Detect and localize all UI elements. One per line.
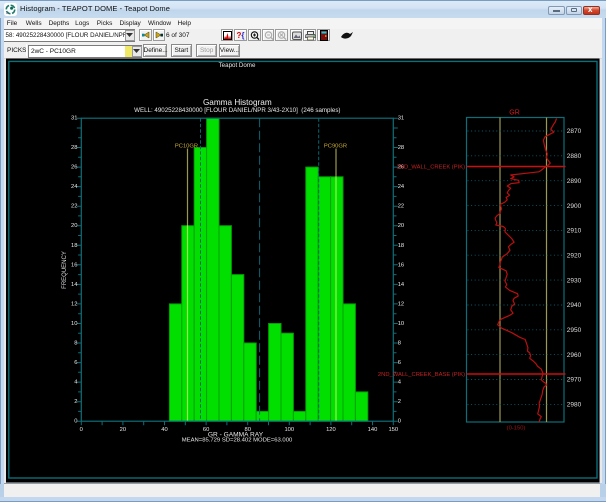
svg-text:120: 120 bbox=[326, 427, 336, 433]
svg-text:WELL: 49025228430000 [FLOUR DA: WELL: 49025228430000 [FLOUR DANIEL/NPR 3… bbox=[134, 107, 340, 114]
svg-text:20: 20 bbox=[398, 223, 404, 229]
svg-text:FREQUENCY: FREQUENCY bbox=[62, 251, 68, 289]
svg-text:16: 16 bbox=[398, 262, 404, 268]
svg-text:12: 12 bbox=[398, 301, 404, 307]
svg-text:0: 0 bbox=[74, 419, 77, 425]
svg-text:20: 20 bbox=[71, 223, 77, 229]
svg-text:10: 10 bbox=[398, 321, 404, 327]
svg-text:MEAN=85.729 SD=28.402 MODE=63.: MEAN=85.729 SD=28.402 MODE=63.000 bbox=[182, 438, 293, 444]
svg-text:2980: 2980 bbox=[567, 402, 582, 409]
svg-text:GR: GR bbox=[509, 110, 520, 117]
svg-text:Gamma Histogram: Gamma Histogram bbox=[203, 98, 272, 107]
svg-text:PC90GR: PC90GR bbox=[324, 144, 347, 150]
svg-text:2: 2 bbox=[74, 399, 77, 405]
svg-text:14: 14 bbox=[71, 282, 78, 288]
svg-text:0: 0 bbox=[398, 419, 401, 425]
svg-text:16: 16 bbox=[71, 262, 77, 268]
svg-text:100: 100 bbox=[284, 427, 294, 433]
svg-text:10: 10 bbox=[71, 321, 77, 327]
svg-text:2970: 2970 bbox=[567, 377, 582, 384]
svg-text:2960: 2960 bbox=[567, 352, 582, 359]
svg-text:2930: 2930 bbox=[567, 277, 582, 284]
svg-text:(0-150): (0-150) bbox=[507, 426, 526, 432]
svg-text:8: 8 bbox=[74, 341, 77, 347]
svg-text:2: 2 bbox=[398, 399, 401, 405]
svg-text:2ND_WALL_CREEK_BASE (PIK): 2ND_WALL_CREEK_BASE (PIK) bbox=[378, 372, 465, 378]
svg-text:22: 22 bbox=[71, 204, 77, 210]
svg-text:2950: 2950 bbox=[567, 327, 582, 334]
svg-text:2920: 2920 bbox=[567, 252, 582, 259]
svg-text:2910: 2910 bbox=[567, 228, 582, 235]
svg-text:150: 150 bbox=[388, 427, 398, 433]
svg-text:24: 24 bbox=[71, 184, 78, 190]
svg-text:140: 140 bbox=[368, 427, 378, 433]
svg-text:Teapot Dome: Teapot Dome bbox=[219, 62, 256, 69]
svg-text:22: 22 bbox=[398, 204, 404, 210]
svg-text:PC10GR: PC10GR bbox=[175, 144, 198, 150]
svg-text:2940: 2940 bbox=[567, 302, 582, 309]
svg-text:12: 12 bbox=[71, 301, 77, 307]
svg-text:2ND_WALL_CREEK (PIK): 2ND_WALL_CREEK (PIK) bbox=[397, 165, 465, 171]
svg-text:2900: 2900 bbox=[567, 203, 582, 210]
svg-text:31: 31 bbox=[398, 116, 404, 122]
svg-text:18: 18 bbox=[398, 243, 404, 249]
svg-text:24: 24 bbox=[398, 184, 405, 190]
svg-text:18: 18 bbox=[71, 243, 77, 249]
svg-text:2890: 2890 bbox=[567, 178, 582, 185]
svg-text:0: 0 bbox=[80, 427, 83, 433]
svg-text:31: 31 bbox=[71, 116, 77, 122]
svg-text:28: 28 bbox=[71, 145, 77, 151]
svg-text:26: 26 bbox=[71, 165, 77, 171]
svg-text:20: 20 bbox=[120, 427, 126, 433]
svg-text:14: 14 bbox=[398, 282, 405, 288]
svg-text:6: 6 bbox=[74, 360, 77, 366]
svg-text:2870: 2870 bbox=[567, 128, 582, 135]
svg-text:40: 40 bbox=[161, 427, 167, 433]
svg-text:8: 8 bbox=[398, 341, 401, 347]
svg-text:6: 6 bbox=[398, 360, 401, 366]
svg-text:2880: 2880 bbox=[567, 153, 582, 160]
svg-text:28: 28 bbox=[398, 145, 404, 151]
